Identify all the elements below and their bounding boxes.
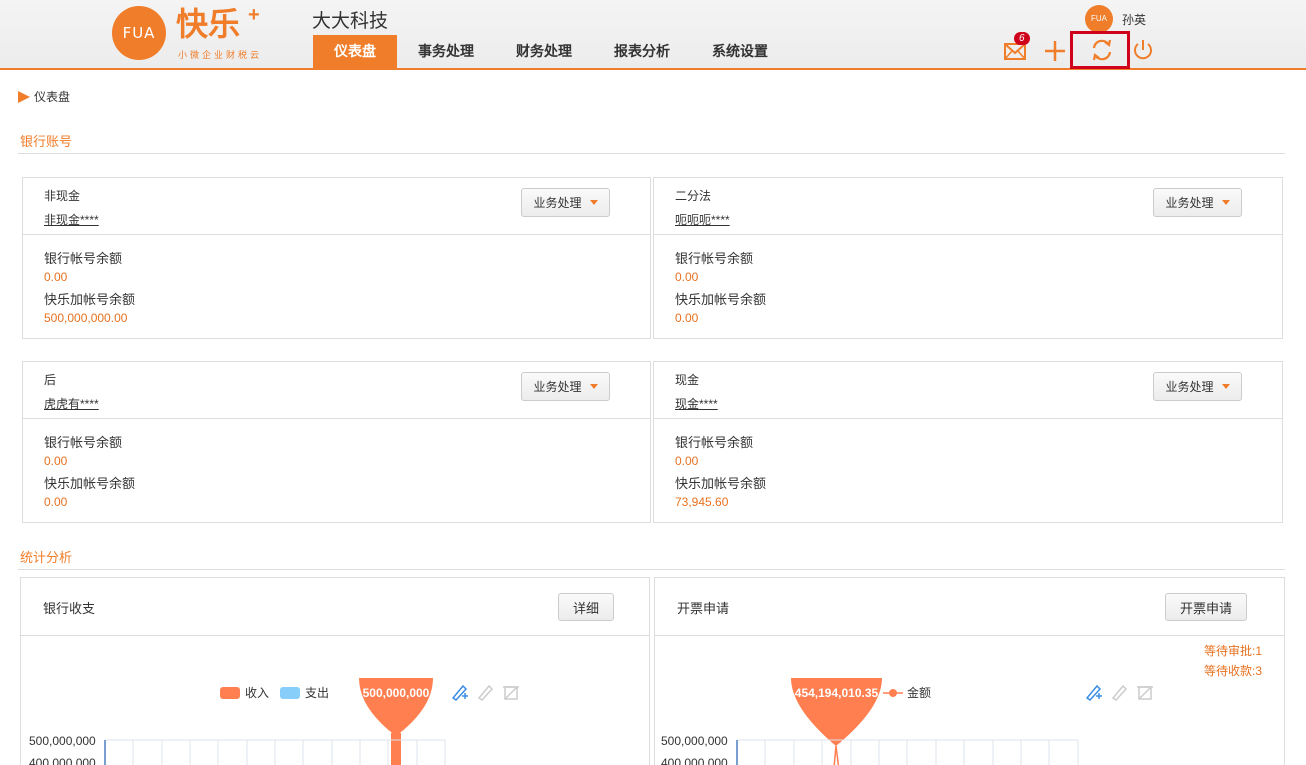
bank-balance-label: 银行帐号余额	[44, 251, 123, 266]
message-count-badge: 6	[1014, 32, 1030, 45]
amount-tooltip-value: 454,194,010.35	[794, 686, 879, 700]
business-dropdown-button[interactable]: 业务处理	[521, 372, 610, 401]
logo-plus: +	[248, 4, 260, 26]
y-tick-label: 500,000,000	[661, 734, 728, 748]
mark-undo-icon[interactable]	[475, 682, 495, 702]
chart-grid	[737, 739, 1079, 765]
add-icon[interactable]	[1042, 38, 1068, 64]
caret-down-icon	[1221, 384, 1230, 389]
income-bar[interactable]	[391, 733, 401, 765]
panel-title: 银行收支	[43, 601, 96, 616]
business-dropdown-button[interactable]: 业务处理	[521, 188, 610, 217]
bank-section-divider	[18, 153, 1285, 154]
bank-chart-area	[104, 678, 446, 765]
bank-balance-value: 0.00	[675, 454, 699, 468]
caret-down-icon	[589, 384, 598, 389]
income-tooltip-value: 500,000,000	[362, 686, 430, 700]
account-number-link[interactable]: 呃呃呃****	[675, 211, 730, 228]
panel-title: 开票申请	[677, 601, 730, 616]
bank-balance-label: 银行帐号余额	[44, 435, 123, 450]
bank-balance-label: 银行帐号余额	[675, 435, 754, 450]
bank-section-title: 银行账号	[20, 134, 73, 149]
account-card-header: 后 虎虎有**** 业务处理	[23, 362, 650, 419]
breadcrumb: 仪表盘	[18, 88, 70, 105]
account-number-link[interactable]: 非现金****	[44, 211, 99, 228]
business-button-label: 业务处理	[1165, 196, 1214, 210]
legend-amount[interactable]: 金额	[907, 684, 931, 701]
account-card-header: 非现金 非现金**** 业务处理	[23, 178, 650, 235]
panel-header: 开票申请 开票申请	[655, 578, 1284, 636]
y-tick-label: 400,000,000	[661, 756, 728, 765]
logo-text: 快乐	[176, 6, 241, 42]
bank-balance-value: 0.00	[44, 454, 68, 468]
amount-line	[833, 745, 837, 765]
kuaile-balance-label: 快乐加帐号余额	[44, 476, 136, 491]
kuaile-balance-value: 0.00	[44, 495, 68, 509]
account-card-3: 后 虎虎有**** 业务处理 银行帐号余额 0.00 快乐加帐号余额 0.00	[22, 361, 651, 523]
stats-section-divider	[18, 569, 1285, 570]
logo-mark: FUA	[112, 6, 166, 60]
kuaile-balance-label: 快乐加帐号余额	[675, 476, 767, 491]
mark-pen-icon[interactable]	[1083, 682, 1103, 702]
kuaile-balance-label: 快乐加帐号余额	[675, 292, 767, 307]
main-nav: 仪表盘 事务处理 财务处理 报表分析 系统设置	[313, 35, 789, 68]
kuaile-balance-value: 0.00	[675, 311, 699, 325]
company-name: 大大科技	[312, 11, 389, 32]
kuaile-balance-label: 快乐加帐号余额	[44, 292, 136, 307]
kuaile-balance-value: 73,945.60	[675, 495, 729, 509]
account-card-2: 二分法 呃呃呃**** 业务处理 银行帐号余额 0.00 快乐加帐号余额 0.0…	[653, 177, 1283, 339]
business-dropdown-button[interactable]: 业务处理	[1153, 372, 1242, 401]
nav-reports[interactable]: 报表分析	[593, 35, 691, 68]
amount-line	[835, 745, 840, 765]
y-tick-label: 500,000,000	[29, 734, 96, 748]
business-button-label: 业务处理	[533, 196, 582, 210]
caret-down-icon	[1221, 200, 1230, 205]
logo-subtitle: 小微企业财税云	[178, 50, 263, 60]
user-name[interactable]: 孙英	[1122, 11, 1146, 28]
account-number-link[interactable]: 现金****	[675, 395, 718, 412]
legend-label: 金额	[907, 686, 932, 700]
pending-approval-status[interactable]: 等待审批:1	[1204, 642, 1262, 659]
account-card-header: 现金 现金**** 业务处理	[654, 362, 1282, 419]
account-card-header: 二分法 呃呃呃**** 业务处理	[654, 178, 1282, 235]
refresh-highlight-frame	[1070, 31, 1130, 69]
bank-balance-label: 银行帐号余额	[675, 251, 754, 266]
top-header: FUA 快乐 + 小微企业财税云 大大科技 仪表盘 事务处理 财务处理 报表分析…	[0, 0, 1306, 70]
bank-balance-value: 0.00	[675, 270, 699, 284]
account-name: 二分法	[675, 189, 712, 203]
breadcrumb-arrow-icon	[18, 90, 30, 103]
kuaile-balance-value: 500,000,000.00	[44, 311, 128, 325]
bank-income-panel: 银行收支 详细 收入 支出 500,000,000 500,000,000 40…	[20, 577, 650, 765]
account-name: 现金	[675, 373, 700, 387]
power-icon[interactable]	[1130, 37, 1156, 63]
user-avatar[interactable]: FUA	[1085, 5, 1113, 33]
invoice-chart-area	[736, 678, 1079, 765]
nav-dashboard[interactable]: 仪表盘	[313, 35, 397, 68]
detail-button[interactable]: 详细	[558, 593, 615, 621]
nav-settings[interactable]: 系统设置	[691, 35, 789, 68]
business-button-label: 业务处理	[1165, 380, 1214, 394]
business-button-label: 业务处理	[533, 380, 582, 394]
account-number-link[interactable]: 虎虎有****	[44, 395, 99, 412]
nav-finance[interactable]: 财务处理	[495, 35, 593, 68]
stats-section-title: 统计分析	[20, 550, 73, 565]
caret-down-icon	[589, 200, 598, 205]
mark-clear-icon[interactable]	[1135, 682, 1155, 702]
account-card-1: 非现金 非现金**** 业务处理 银行帐号余额 0.00 快乐加帐号余额 500…	[22, 177, 651, 339]
mark-pen-icon[interactable]	[449, 682, 469, 702]
y-tick-label: 400,000,000	[29, 756, 96, 765]
breadcrumb-current[interactable]: 仪表盘	[34, 88, 70, 105]
account-name: 后	[44, 373, 57, 387]
account-card-4: 现金 现金**** 业务处理 银行帐号余额 0.00 快乐加帐号余额 73,94…	[653, 361, 1283, 523]
mark-undo-icon[interactable]	[1109, 682, 1129, 702]
panel-header: 银行收支 详细	[21, 578, 649, 636]
nav-affairs[interactable]: 事务处理	[397, 35, 495, 68]
legend-amount-dot	[889, 689, 897, 697]
business-dropdown-button[interactable]: 业务处理	[1153, 188, 1242, 217]
bank-balance-value: 0.00	[44, 270, 68, 284]
invoice-request-button[interactable]: 开票申请	[1165, 593, 1248, 621]
invoice-panel: 开票申请 开票申请 等待审批:1 等待收款:3 454,194,010.35 金…	[654, 577, 1285, 765]
mark-clear-icon[interactable]	[501, 682, 521, 702]
account-name: 非现金	[44, 189, 81, 203]
